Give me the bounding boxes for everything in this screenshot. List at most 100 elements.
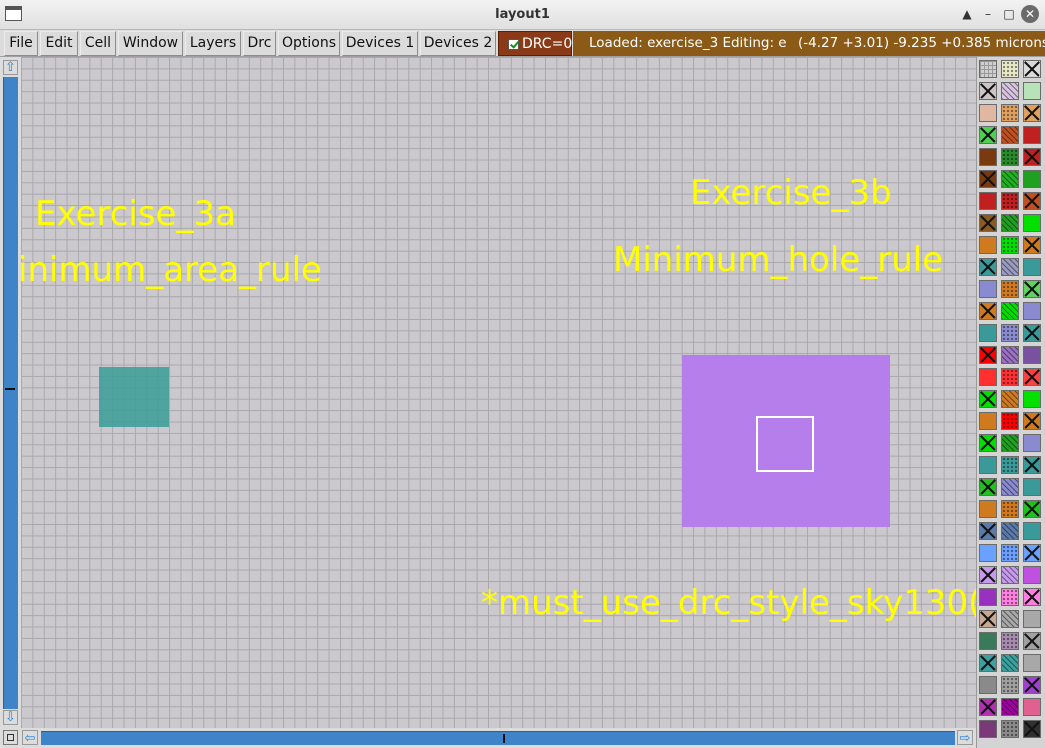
layer-swatch[interactable]: [979, 346, 997, 364]
layer-swatch[interactable]: [979, 104, 997, 122]
scroll-down-icon[interactable]: ⇩: [3, 710, 18, 725]
layer-swatch[interactable]: [1001, 170, 1019, 188]
menu-devices-1[interactable]: Devices 1: [342, 31, 418, 56]
scroll-up-icon[interactable]: ⇧: [3, 60, 18, 75]
teal-area-shape[interactable]: [99, 367, 169, 427]
layer-swatch[interactable]: [1001, 192, 1019, 210]
layer-swatch[interactable]: [1001, 434, 1019, 452]
layer-swatch[interactable]: [979, 478, 997, 496]
zoom-box-icon[interactable]: [3, 730, 18, 745]
layer-swatch[interactable]: [979, 192, 997, 210]
layer-swatch[interactable]: [1001, 456, 1019, 474]
layer-swatch[interactable]: [1023, 104, 1041, 122]
layer-swatch[interactable]: [1001, 148, 1019, 166]
layer-swatch[interactable]: [979, 126, 997, 144]
layer-swatch[interactable]: [1001, 82, 1019, 100]
layer-swatch[interactable]: [1001, 346, 1019, 364]
layer-swatch[interactable]: [1023, 478, 1041, 496]
maximize-icon[interactable]: □: [1000, 5, 1018, 23]
menu-file[interactable]: File: [4, 31, 38, 56]
layer-swatch[interactable]: [979, 720, 997, 738]
layer-swatch[interactable]: [979, 522, 997, 540]
menu-options[interactable]: Options: [278, 31, 340, 56]
layer-swatch[interactable]: [979, 698, 997, 716]
layer-swatch[interactable]: [979, 610, 997, 628]
horizontal-scrollbar[interactable]: ⇦ ⇨: [0, 728, 976, 748]
vertical-scrollbar[interactable]: ⇧ ⇩: [0, 57, 21, 728]
layer-swatch[interactable]: [1001, 324, 1019, 342]
layer-swatch[interactable]: [1001, 60, 1019, 78]
layer-swatch[interactable]: [1001, 588, 1019, 606]
layer-swatch[interactable]: [1023, 346, 1041, 364]
horizontal-scroll-trough[interactable]: [41, 731, 955, 745]
layer-swatch[interactable]: [979, 60, 997, 78]
layer-swatch[interactable]: [1023, 412, 1041, 430]
layout-canvas[interactable]: Exercise_3a inimum_area_rule Exercise_3b…: [21, 57, 976, 728]
layer-swatch[interactable]: [979, 280, 997, 298]
layer-swatch[interactable]: [1023, 192, 1041, 210]
minimize-icon[interactable]: –: [979, 5, 997, 23]
layer-swatch[interactable]: [1023, 434, 1041, 452]
menu-edit[interactable]: Edit: [40, 31, 78, 56]
menu-devices-2[interactable]: Devices 2: [420, 31, 496, 56]
layer-swatch[interactable]: [979, 566, 997, 584]
layer-swatch[interactable]: [1001, 478, 1019, 496]
layer-swatch[interactable]: [1023, 522, 1041, 540]
menu-layers[interactable]: Layers: [185, 31, 241, 56]
vertical-scroll-thumb[interactable]: [5, 388, 15, 390]
layer-swatch[interactable]: [979, 148, 997, 166]
drc-toggle[interactable]: DRC=0: [498, 31, 572, 56]
layer-swatch[interactable]: [979, 302, 997, 320]
layer-swatch[interactable]: [979, 456, 997, 474]
layer-swatch[interactable]: [1023, 390, 1041, 408]
layer-swatch[interactable]: [1023, 456, 1041, 474]
layer-swatch[interactable]: [1023, 148, 1041, 166]
layer-swatch[interactable]: [979, 324, 997, 342]
layer-swatch[interactable]: [979, 368, 997, 386]
layer-swatch[interactable]: [1023, 676, 1041, 694]
layer-swatch[interactable]: [1001, 500, 1019, 518]
close-icon[interactable]: ✕: [1021, 5, 1039, 23]
layer-swatch[interactable]: [1023, 214, 1041, 232]
scroll-left-icon[interactable]: ⇦: [22, 730, 38, 746]
layer-swatch[interactable]: [1001, 698, 1019, 716]
layer-swatch[interactable]: [1023, 544, 1041, 562]
layer-swatch[interactable]: [1001, 610, 1019, 628]
layer-swatch[interactable]: [1023, 588, 1041, 606]
layer-swatch[interactable]: [1023, 280, 1041, 298]
layer-swatch[interactable]: [1023, 720, 1041, 738]
layer-swatch[interactable]: [1001, 522, 1019, 540]
layer-swatch[interactable]: [1023, 258, 1041, 276]
layer-swatch[interactable]: [1023, 302, 1041, 320]
layer-swatch[interactable]: [1001, 720, 1019, 738]
layer-swatch[interactable]: [1023, 654, 1041, 672]
layer-swatch[interactable]: [1023, 368, 1041, 386]
layer-swatch[interactable]: [979, 390, 997, 408]
menu-cell[interactable]: Cell: [80, 31, 116, 56]
menu-drc[interactable]: Drc: [243, 31, 276, 56]
layer-swatch[interactable]: [1001, 236, 1019, 254]
layer-swatch[interactable]: [979, 412, 997, 430]
layer-swatch[interactable]: [1023, 324, 1041, 342]
layer-swatch[interactable]: [1023, 60, 1041, 78]
layer-swatch[interactable]: [979, 82, 997, 100]
menu-window[interactable]: Window: [118, 31, 183, 56]
layer-swatch[interactable]: [1001, 302, 1019, 320]
horizontal-scroll-thumb[interactable]: [503, 734, 505, 743]
layer-swatch[interactable]: [1001, 632, 1019, 650]
layer-swatch[interactable]: [979, 434, 997, 452]
layer-swatch[interactable]: [1001, 654, 1019, 672]
layer-swatch[interactable]: [1001, 544, 1019, 562]
layer-swatch[interactable]: [1023, 126, 1041, 144]
layer-swatch[interactable]: [979, 632, 997, 650]
layer-swatch[interactable]: [979, 236, 997, 254]
layer-swatch[interactable]: [1023, 236, 1041, 254]
scroll-right-icon[interactable]: ⇨: [957, 730, 973, 746]
layer-swatch[interactable]: [1023, 566, 1041, 584]
layer-swatch[interactable]: [1001, 280, 1019, 298]
layer-swatch[interactable]: [1001, 214, 1019, 232]
layer-swatch[interactable]: [1001, 126, 1019, 144]
layer-swatch[interactable]: [979, 654, 997, 672]
layer-swatch[interactable]: [979, 170, 997, 188]
hole-outline[interactable]: [756, 416, 814, 472]
